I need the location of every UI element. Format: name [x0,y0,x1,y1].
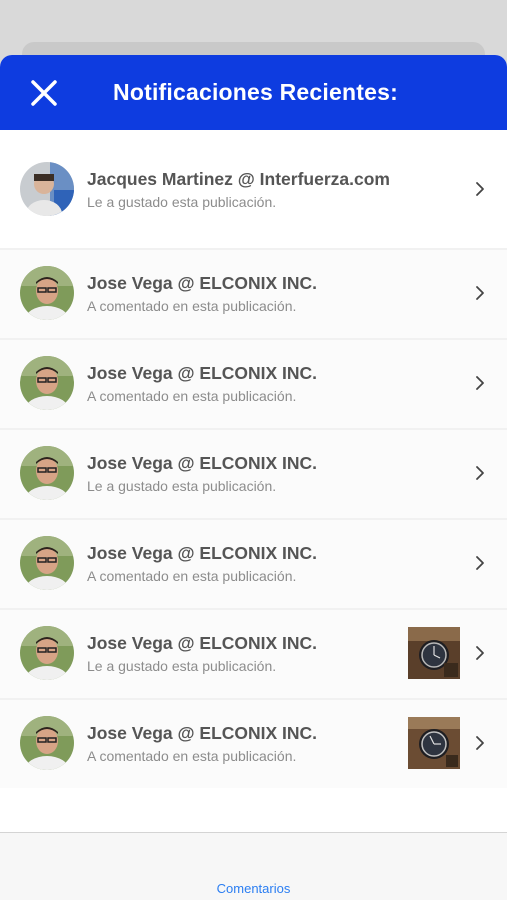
notification-action: Le a gustado esta publicación. [87,477,277,494]
chevron-right-icon [476,556,484,570]
notification-item[interactable]: Jacques Martinez @ Interfuerza.com Le a … [0,130,507,248]
notification-item[interactable]: Jose Vega @ ELCONIX INC. Le a gustado es… [0,428,507,518]
avatar [20,536,74,590]
notification-text: Jose Vega @ ELCONIX INC. A comentado en … [87,362,407,405]
notification-item[interactable]: Jose Vega @ ELCONIX INC. A comentado en … [0,248,507,338]
notification-action: A comentado en esta publicación. [87,567,297,584]
notification-author: Jose Vega @ ELCONIX INC. [87,362,318,383]
notification-item[interactable]: Jose Vega @ ELCONIX INC. A comentado en … [0,698,507,788]
notification-action: A comentado en esta publicación. [87,747,297,764]
chevron-right-icon [476,466,484,480]
notification-author: Jose Vega @ ELCONIX INC. [87,632,318,653]
notification-text: Jose Vega @ ELCONIX INC. A comentado en … [87,542,407,585]
avatar [20,446,74,500]
avatar [20,356,74,410]
notification-action: Le a gustado esta publicación. [87,657,277,674]
notifications-modal: Notificaciones Recientes: Jacques Martin… [0,55,507,900]
avatar [20,266,74,320]
avatar [20,716,74,770]
chevron-right-icon [476,286,484,300]
chevron-right-icon [476,376,484,390]
notification-author: Jacques Martinez @ Interfuerza.com [87,168,390,189]
notification-author: Jose Vega @ ELCONIX INC. [87,272,318,293]
close-icon [31,80,57,106]
notification-action: A comentado en esta publicación. [87,297,297,314]
notification-item[interactable]: Jose Vega @ ELCONIX INC. A comentado en … [0,518,507,608]
modal-header: Notificaciones Recientes: [0,55,507,130]
notification-item[interactable]: Jose Vega @ ELCONIX INC. A comentado en … [0,338,507,428]
notification-item[interactable]: Jose Vega @ ELCONIX INC. Le a gustado es… [0,608,507,698]
chevron-right-icon [476,646,484,660]
notification-action: Le a gustado esta publicación. [87,193,277,210]
post-thumbnail[interactable] [408,627,460,679]
notification-text: Jose Vega @ ELCONIX INC. A comentado en … [87,722,407,765]
close-button[interactable] [28,77,60,109]
notification-text: Jose Vega @ ELCONIX INC. Le a gustado es… [87,452,407,495]
avatar [20,626,74,680]
notification-list: Jacques Martinez @ Interfuerza.com Le a … [0,130,507,788]
notification-text: Jacques Martinez @ Interfuerza.com Le a … [87,168,407,211]
notification-author: Jose Vega @ ELCONIX INC. [87,542,318,563]
status-bar [0,0,507,30]
notification-text: Jose Vega @ ELCONIX INC. Le a gustado es… [87,632,407,675]
tab-comentarios[interactable]: Comentarios [0,881,507,896]
tab-bar: Comentarios [0,832,507,900]
modal-title: Notificaciones Recientes: [113,79,398,105]
chevron-right-icon [476,182,484,196]
chevron-right-icon [476,736,484,750]
notification-action: A comentado en esta publicación. [87,387,297,404]
avatar [20,162,74,216]
notification-text: Jose Vega @ ELCONIX INC. A comentado en … [87,272,407,315]
post-thumbnail[interactable] [408,717,460,769]
notification-author: Jose Vega @ ELCONIX INC. [87,452,318,473]
notification-author: Jose Vega @ ELCONIX INC. [87,722,318,743]
